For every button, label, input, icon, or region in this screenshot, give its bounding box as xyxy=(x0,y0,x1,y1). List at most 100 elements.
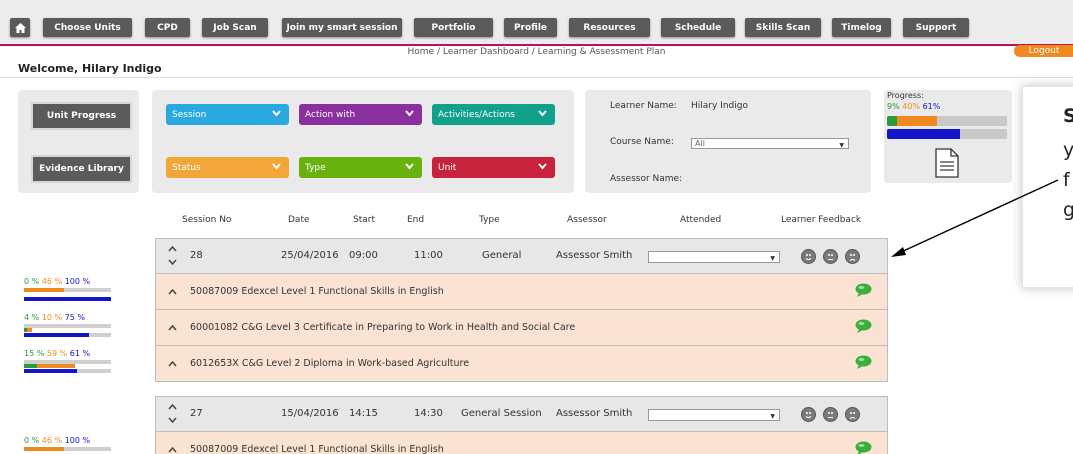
sad-face-icon[interactable] xyxy=(845,249,860,264)
th-end: End xyxy=(407,215,425,225)
chevron-down-icon xyxy=(538,110,547,117)
nav-profile[interactable]: Profile xyxy=(504,18,557,37)
evidence-library-button[interactable]: Evidence Library xyxy=(33,157,130,181)
unit-row[interactable]: 50087009 Edexcel Level 1 Functional Skil… xyxy=(155,432,888,454)
home-button[interactable] xyxy=(10,18,30,37)
session-row[interactable]: 28 25/04/2016 09:00 11:00 General Assess… xyxy=(155,238,888,274)
collapse-toggle-icon[interactable] xyxy=(168,403,177,425)
learner-name-label: Learner Name: xyxy=(610,101,677,111)
stat-b: 59 xyxy=(46,349,58,358)
stat-bar-total xyxy=(24,333,111,337)
stat-bar-fill xyxy=(37,364,75,368)
nav-job-scan[interactable]: Job Scan xyxy=(202,18,268,37)
speech-bubble-icon[interactable] xyxy=(855,441,872,454)
percent-sign: % xyxy=(59,349,68,358)
happy-face-icon[interactable] xyxy=(801,249,816,264)
speech-bubble-icon[interactable] xyxy=(855,319,872,333)
callout-letter: y xyxy=(1063,139,1073,161)
nav-portfolio[interactable]: Portfolio xyxy=(414,18,493,37)
unit-row[interactable]: 60001082 C&G Level 3 Certificate in Prep… xyxy=(155,310,888,346)
chevron-up-icon[interactable] xyxy=(168,361,177,367)
stat-a: 0 xyxy=(24,436,30,445)
stat-c: 100 xyxy=(64,436,80,445)
unit-title: 50087009 Edexcel Level 1 Functional Skil… xyxy=(190,444,444,454)
th-attended: Attended xyxy=(680,215,722,225)
progress-bar-fill-orange xyxy=(897,116,937,126)
stat-bar-fill xyxy=(24,333,89,337)
collapse-toggle-icon[interactable] xyxy=(168,245,177,267)
session-assessor: Assessor Smith xyxy=(556,250,633,261)
dropdown-arrow-icon: ▼ xyxy=(839,142,844,149)
chevron-up-icon[interactable] xyxy=(168,325,177,331)
filter-label: Session xyxy=(172,109,207,120)
unit-title: 60001082 C&G Level 3 Certificate in Prep… xyxy=(190,322,576,333)
session-end: 11:00 xyxy=(414,250,443,261)
neutral-face-icon[interactable] xyxy=(823,407,838,422)
session-assessor: Assessor Smith xyxy=(556,408,633,419)
th-learner-feedback: Learner Feedback xyxy=(781,215,862,225)
filter-label: Unit xyxy=(438,162,457,173)
unit-row[interactable]: 50087009 Edexcel Level 1 Functional Skil… xyxy=(155,274,888,310)
document-icon[interactable] xyxy=(934,148,960,178)
chevron-up-icon[interactable] xyxy=(168,447,177,453)
nav-timelog[interactable]: Timelog xyxy=(832,18,891,37)
stat-b: 46 xyxy=(41,277,52,286)
stat-b: 46 xyxy=(41,436,52,445)
unit-stat-values: 4 % 10 % 75 % xyxy=(24,313,85,322)
nav-support[interactable]: Support xyxy=(903,18,969,37)
th-type: Type xyxy=(479,215,500,225)
app-root: Choose Units CPD Job Scan Join my smart … xyxy=(0,0,1073,454)
unit-title: 6012653X C&G Level 2 Diploma in Work-bas… xyxy=(190,358,470,369)
happy-face-icon[interactable] xyxy=(801,407,816,422)
filter-activities-actions[interactable]: Activities/Actions xyxy=(432,104,555,125)
speech-bubble-icon[interactable] xyxy=(855,283,872,297)
filter-session[interactable]: Session xyxy=(166,104,289,125)
session-row[interactable]: 27 15/04/2016 14:15 14:30 General Sessio… xyxy=(155,396,888,432)
chevron-up-icon[interactable] xyxy=(168,289,177,295)
filter-type[interactable]: Type xyxy=(299,157,422,178)
progress-p3: 61 xyxy=(922,102,933,111)
chevron-down-icon xyxy=(405,110,414,117)
th-date: Date xyxy=(288,215,310,225)
attended-select[interactable]: ▼ xyxy=(648,251,780,263)
stat-c: 61 xyxy=(69,349,80,358)
percent-sign: % xyxy=(54,277,63,286)
nav-join-smart-session[interactable]: Join my smart session xyxy=(282,18,402,37)
filter-status[interactable]: Status xyxy=(166,157,289,178)
unit-stat-values: 0 % 46 % 100 % xyxy=(24,436,90,445)
progress-bar-status xyxy=(887,116,1007,126)
stat-bar-total xyxy=(24,297,111,301)
nav-cpd[interactable]: CPD xyxy=(145,18,190,37)
percent-sign: % xyxy=(31,436,40,445)
stat-bar-total xyxy=(24,369,111,373)
session-date: 25/04/2016 xyxy=(281,250,339,261)
filter-unit[interactable]: Unit xyxy=(432,157,555,178)
filter-label: Action with xyxy=(305,109,356,120)
logout-button[interactable]: Logout xyxy=(1014,45,1073,57)
course-name-select[interactable]: All ▼ xyxy=(691,138,849,149)
stat-bar-status xyxy=(24,360,111,368)
nav-skills-scan[interactable]: Skills Scan xyxy=(745,18,821,37)
nav-schedule[interactable]: Schedule xyxy=(661,18,735,37)
attended-select[interactable]: ▼ xyxy=(648,409,780,421)
stat-bar-fill xyxy=(24,288,64,292)
percent-sign: % xyxy=(54,436,63,445)
filter-action-with[interactable]: Action with xyxy=(299,104,422,125)
home-icon xyxy=(14,22,26,33)
nav-choose-units[interactable]: Choose Units xyxy=(43,18,132,37)
speech-bubble-icon[interactable] xyxy=(855,355,872,369)
unit-row[interactable]: 6012653X C&G Level 2 Diploma in Work-bas… xyxy=(155,346,888,382)
stat-c: 100 xyxy=(64,277,80,286)
unit-progress-button[interactable]: Unit Progress xyxy=(33,104,130,128)
progress-bar-fill-blue xyxy=(887,129,960,139)
percent-sign: % xyxy=(54,313,63,322)
unit-stat: 0 % 46 % 100 % xyxy=(24,436,114,454)
learner-name-value: Hilary Indigo xyxy=(691,101,748,111)
session-no: 27 xyxy=(190,408,203,419)
nav-resources[interactable]: Resources xyxy=(569,18,650,37)
progress-percentages: 9% 40% 61% xyxy=(887,102,940,111)
sad-face-icon[interactable] xyxy=(845,407,860,422)
th-start: Start xyxy=(353,215,375,225)
divider xyxy=(0,77,1073,78)
neutral-face-icon[interactable] xyxy=(823,249,838,264)
